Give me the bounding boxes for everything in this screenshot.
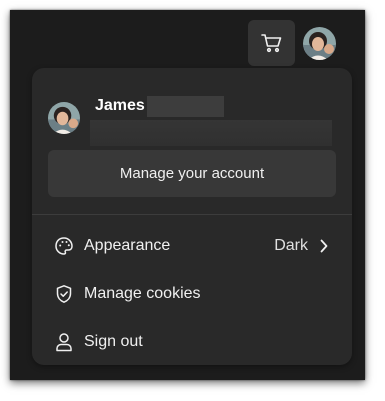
avatar (303, 27, 336, 60)
menu-item-label: Manage cookies (84, 285, 201, 302)
menu-item-manage-cookies[interactable]: Manage cookies (48, 276, 336, 312)
user-name: James (95, 97, 145, 114)
cart-button[interactable] (248, 20, 295, 66)
profile-avatar (48, 102, 80, 134)
shield-check-icon (54, 284, 74, 304)
account-menu: James Manage your account Appearance Dar… (32, 68, 352, 365)
manage-account-button[interactable]: Manage your account (48, 150, 336, 197)
chevron-right-icon (318, 238, 330, 254)
avatar (48, 102, 80, 134)
redacted-email (90, 120, 332, 146)
palette-icon (54, 236, 74, 256)
avatar-button[interactable] (303, 27, 336, 60)
menu-item-appearance[interactable]: Appearance Dark (48, 228, 336, 264)
menu-item-sign-out[interactable]: Sign out (48, 324, 336, 360)
menu-item-label: Sign out (84, 333, 143, 350)
cart-icon (260, 34, 281, 53)
person-icon (54, 332, 74, 352)
app-window: James Manage your account Appearance Dar… (10, 10, 365, 380)
appearance-value: Dark (274, 237, 308, 254)
menu-divider (32, 214, 352, 215)
redacted-surname (147, 96, 224, 117)
menu-item-label: Appearance (84, 237, 171, 254)
